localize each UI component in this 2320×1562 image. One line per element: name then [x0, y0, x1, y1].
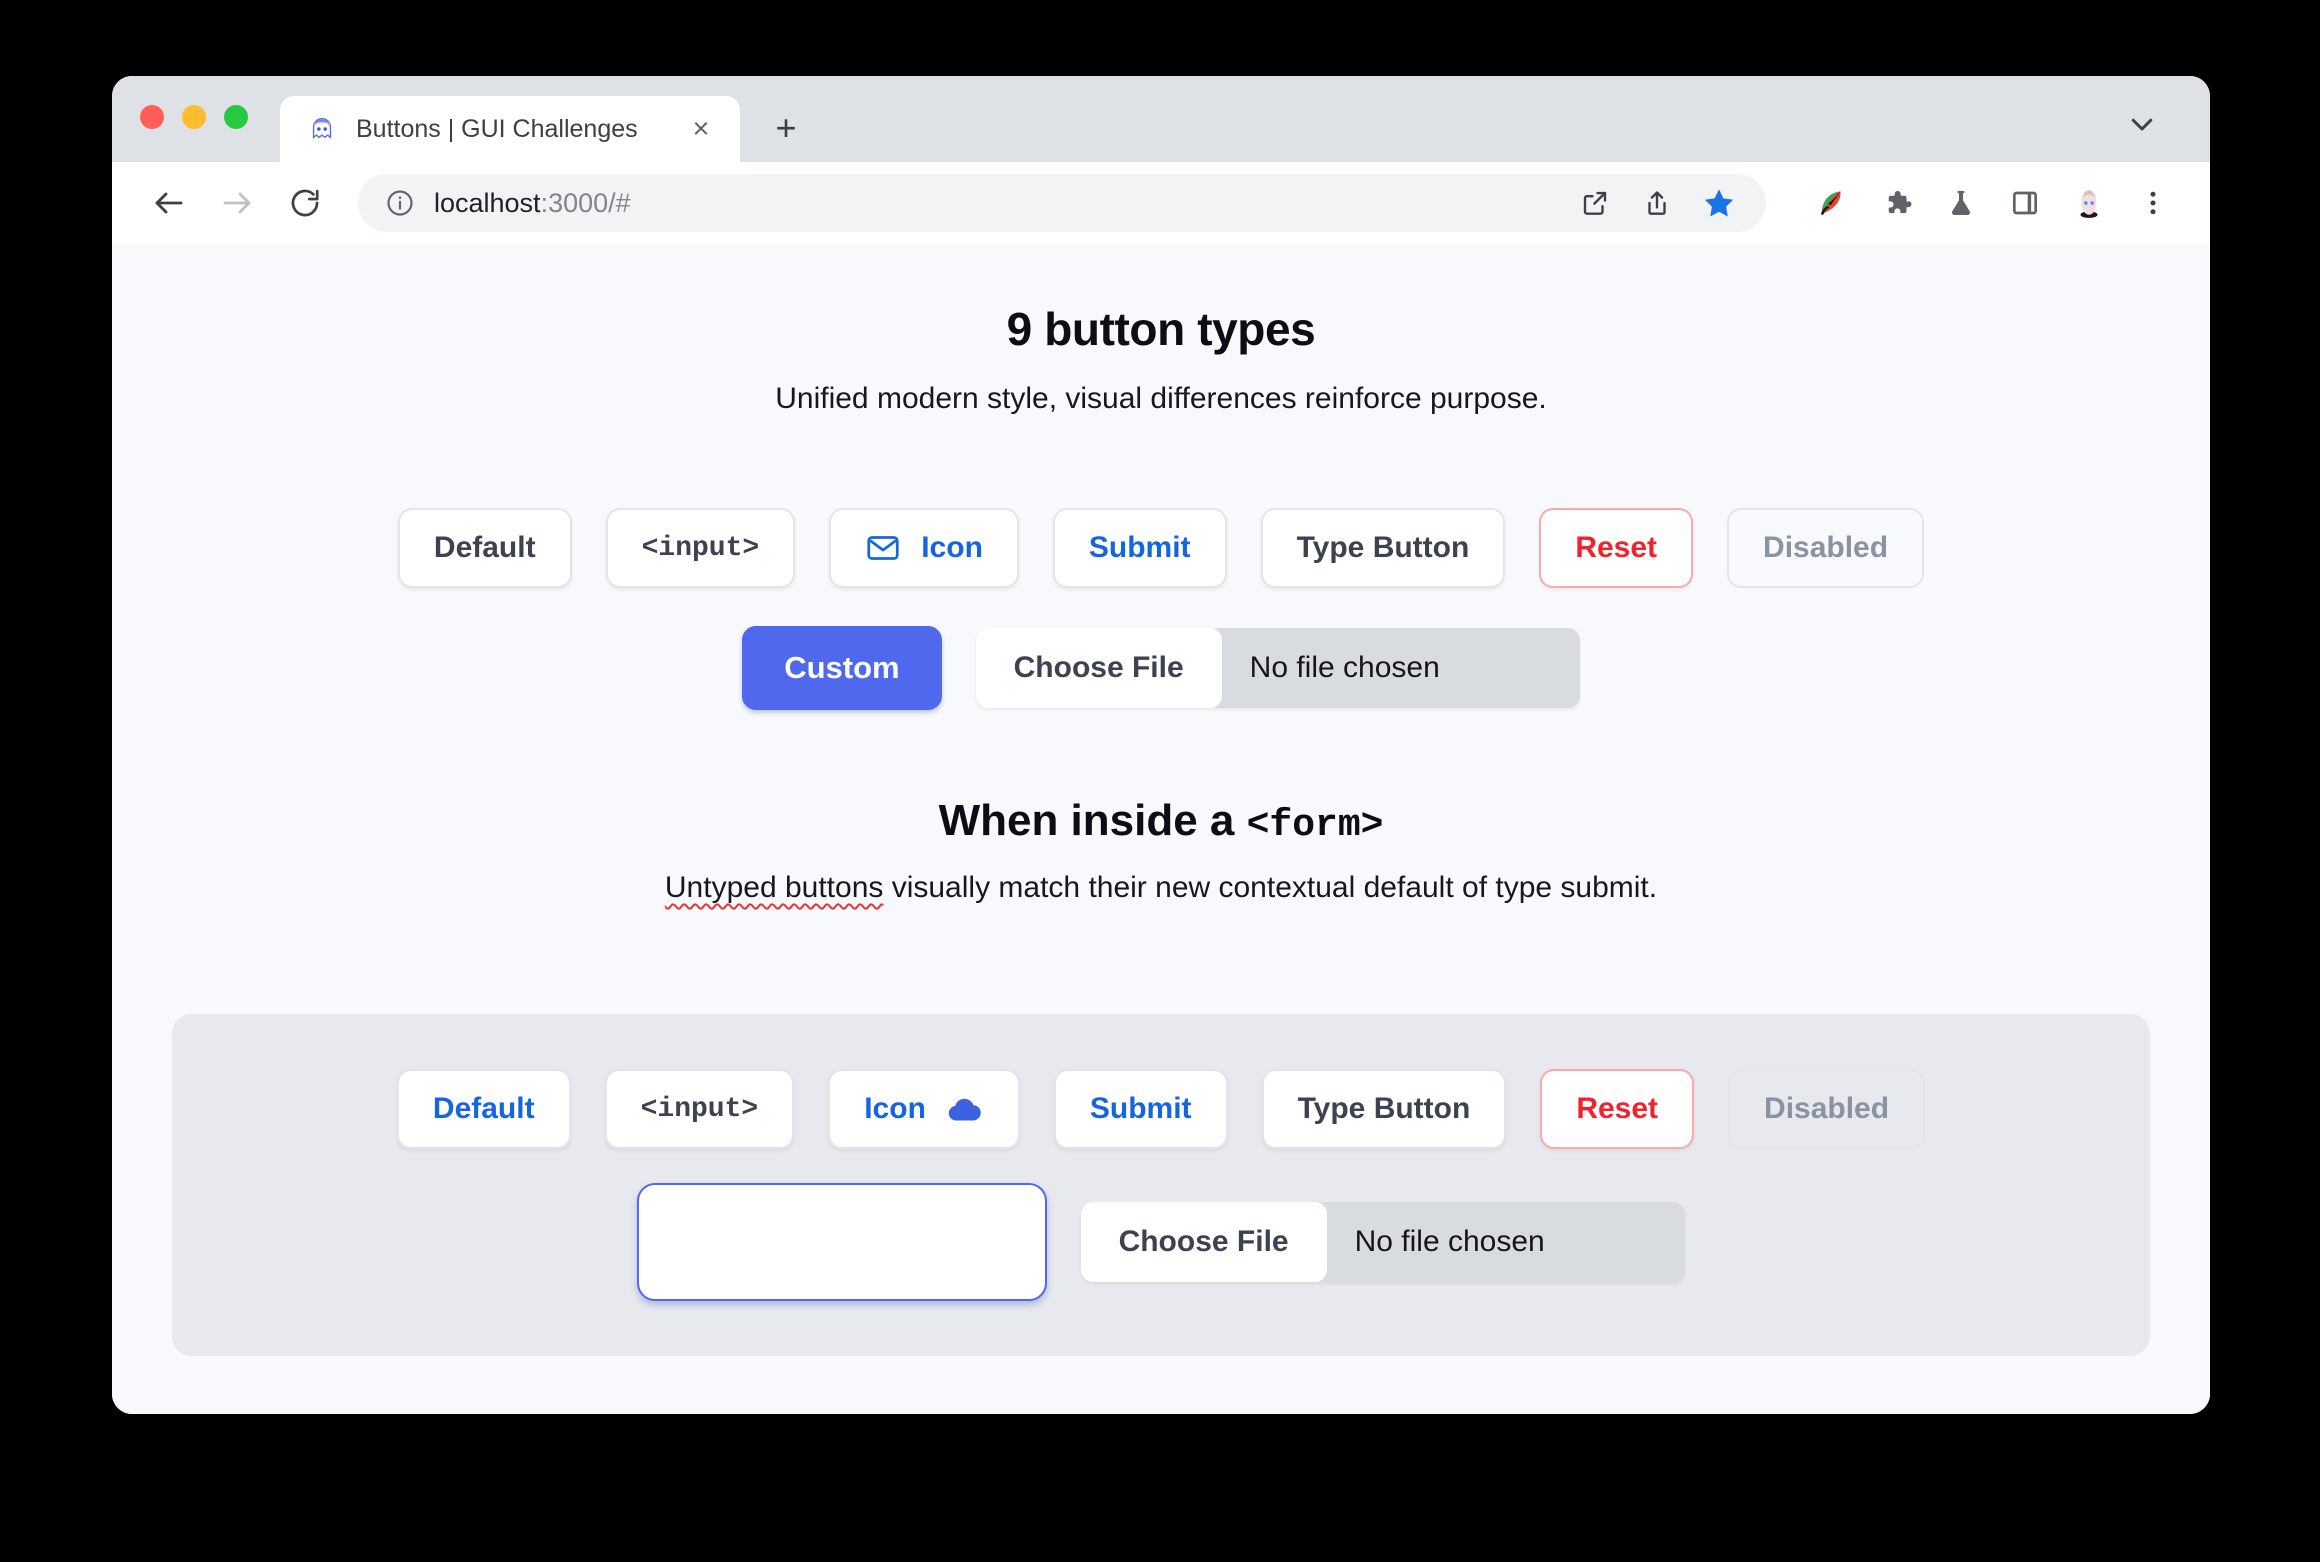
star-icon[interactable]: [1690, 174, 1748, 232]
url-host: localhost: [434, 187, 541, 218]
file-status-label: No file chosen: [1249, 651, 1440, 684]
custom-button[interactable]: Custom: [742, 626, 942, 710]
address-bar[interactable]: localhost:3000/#: [358, 174, 1766, 232]
browser-window: Buttons | GUI Challenges × + localhost:3…: [112, 76, 2210, 1414]
form-section-subtitle-rest: visually match their new contextual defa…: [883, 871, 1658, 904]
open-in-new-icon[interactable]: [1566, 174, 1624, 232]
side-panel-icon[interactable]: [1996, 174, 2054, 232]
chevron-down-icon[interactable]: [2120, 102, 2164, 146]
reset-button[interactable]: Reset: [1539, 508, 1694, 588]
default-button[interactable]: Default: [397, 508, 572, 588]
browser-toolbar: localhost:3000/#: [112, 162, 2210, 244]
form-choose-file-button[interactable]: Choose File: [1080, 1202, 1327, 1282]
form-section-panel: Default <input> Icon Submit Type Button …: [172, 1014, 2150, 1356]
cloud-icon: [946, 1094, 984, 1124]
submit-button[interactable]: Submit: [1052, 508, 1227, 588]
url-path: :3000/#: [540, 187, 631, 218]
browser-tab[interactable]: Buttons | GUI Challenges ×: [280, 96, 740, 162]
info-circle-icon[interactable]: [384, 187, 416, 219]
form-disabled-button: Disabled: [1728, 1069, 1926, 1149]
reload-icon[interactable]: [274, 172, 336, 234]
form-icon-button-label: Icon: [864, 1092, 926, 1125]
back-arrow-icon[interactable]: [138, 172, 200, 234]
rocket-extension-icon[interactable]: [1804, 174, 1862, 232]
form-file-status-label: No file chosen: [1354, 1225, 1545, 1258]
form-section-title-prefix: When inside a: [938, 796, 1247, 845]
form-button-row-primary: Default <input> Icon Submit Type Button …: [396, 1069, 1926, 1149]
type-button[interactable]: Type Button: [1260, 508, 1506, 588]
form-section-title-mono: <form>: [1246, 804, 1384, 847]
spellcheck-error-text: Untyped buttons: [664, 871, 884, 904]
envelope-icon: [865, 530, 901, 566]
form-type-button[interactable]: Type Button: [1261, 1069, 1507, 1149]
form-section-title: When inside a <form>: [112, 796, 2210, 847]
page-subtitle: Unified modern style, visual differences…: [775, 382, 1547, 415]
form-file-input[interactable]: Choose File No file chosen: [1080, 1202, 1685, 1282]
url-text: localhost:3000/#: [434, 188, 1536, 219]
puzzle-icon[interactable]: [1868, 174, 1926, 232]
close-window-button[interactable]: [140, 105, 164, 129]
share-icon[interactable]: [1628, 174, 1686, 232]
button-row-custom: Custom Choose File No file chosen: [112, 626, 2210, 710]
icon-button-label: Icon: [921, 531, 983, 564]
flask-icon[interactable]: [1932, 174, 1990, 232]
large-custom-button[interactable]: Large Custom: [637, 1183, 1047, 1301]
new-tab-button[interactable]: +: [758, 100, 814, 156]
input-button[interactable]: <input>: [605, 508, 796, 588]
form-reset-button[interactable]: Reset: [1540, 1069, 1695, 1149]
page-content: 9 button types Unified modern style, vis…: [112, 244, 2210, 1414]
avatar-icon[interactable]: [2060, 174, 2118, 232]
forward-arrow-icon: [206, 172, 268, 234]
tab-strip: Buttons | GUI Challenges × +: [112, 76, 2210, 162]
choose-file-button[interactable]: Choose File: [975, 628, 1222, 708]
window-traffic-lights: [140, 76, 248, 162]
form-icon-button[interactable]: Icon: [828, 1069, 1020, 1149]
disabled-button: Disabled: [1727, 508, 1925, 588]
three-dot-menu-icon[interactable]: [2124, 174, 2182, 232]
form-submit-button[interactable]: Submit: [1053, 1069, 1228, 1149]
omnibox-actions: [1566, 174, 1748, 232]
form-button-row-custom: Large Custom Choose File No file chosen: [637, 1183, 1685, 1301]
ghost-favicon: [306, 113, 338, 145]
close-icon[interactable]: ×: [684, 112, 718, 146]
extension-icons: [1804, 174, 2182, 232]
form-default-button[interactable]: Default: [396, 1069, 571, 1149]
minimize-window-button[interactable]: [182, 105, 206, 129]
form-section-subtitle: Untyped buttons visually match their new…: [112, 871, 2210, 905]
page-title: 9 button types: [1006, 303, 1316, 355]
form-input-button[interactable]: <input>: [604, 1069, 795, 1149]
button-row-primary: Default <input> Icon Submit Type Button …: [112, 508, 2210, 588]
tab-title: Buttons | GUI Challenges: [356, 114, 638, 143]
file-input[interactable]: Choose File No file chosen: [975, 628, 1580, 708]
maximize-window-button[interactable]: [224, 105, 248, 129]
icon-button[interactable]: Icon: [829, 508, 1019, 588]
